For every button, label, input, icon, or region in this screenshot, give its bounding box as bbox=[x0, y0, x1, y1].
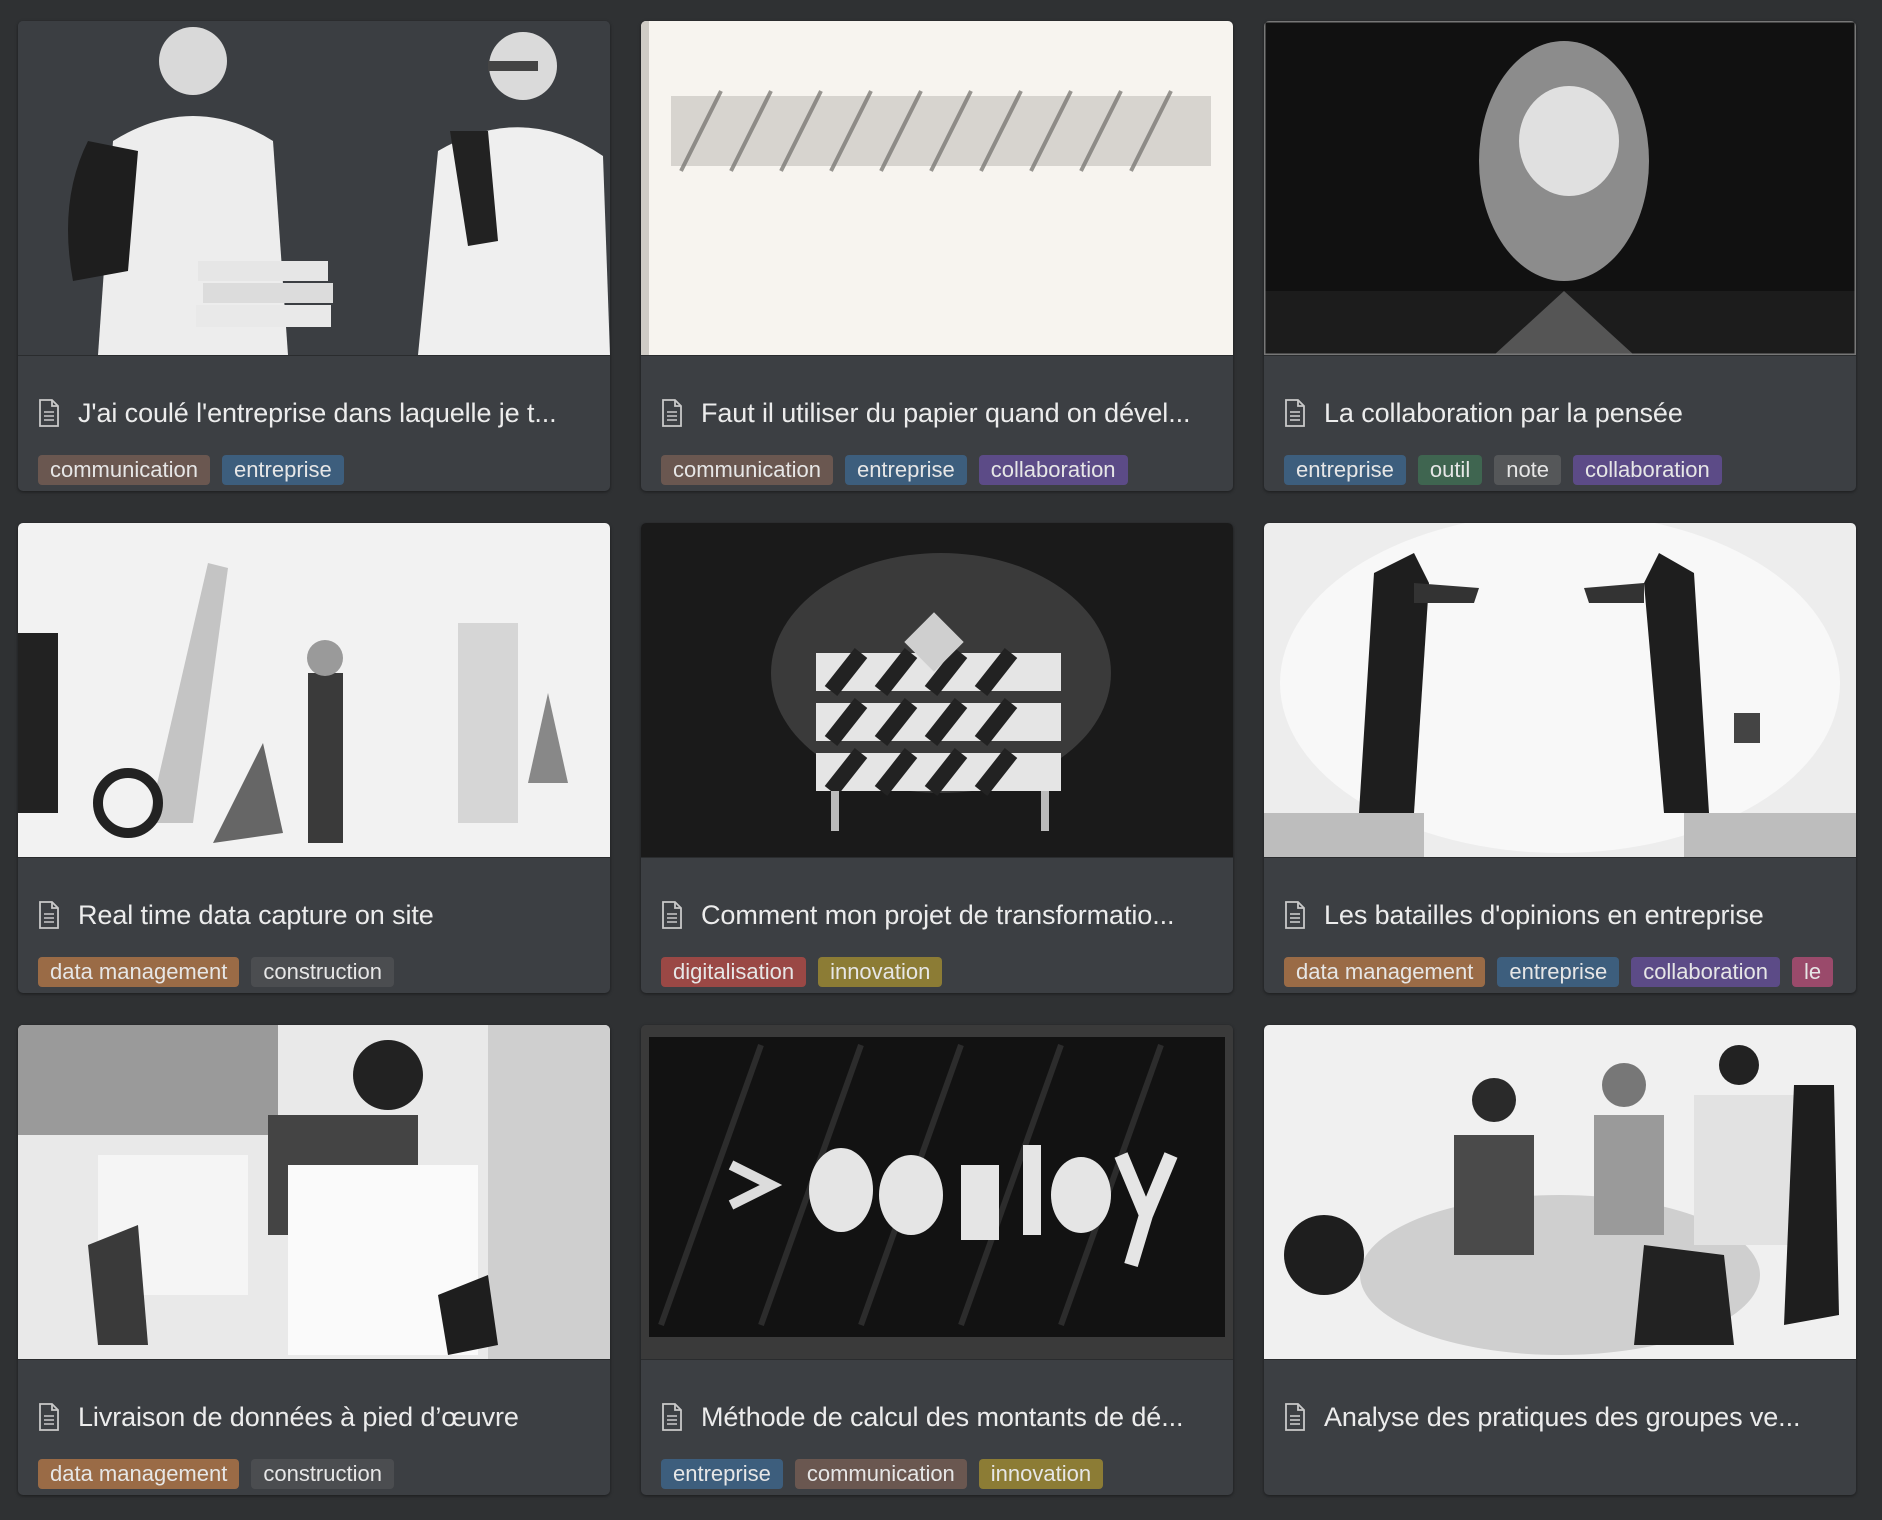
tag-entreprise[interactable]: entreprise bbox=[661, 1459, 783, 1489]
cover-image bbox=[18, 1025, 610, 1360]
card-tags: communication entreprise bbox=[38, 455, 610, 485]
card-title-row: Analyse des pratiques des groupes ve... bbox=[1284, 1397, 1844, 1437]
cover-image bbox=[1264, 1025, 1856, 1360]
tag-le[interactable]: le bbox=[1791, 957, 1834, 987]
tag-innovation[interactable]: innovation bbox=[818, 957, 943, 987]
tag-digitalisation[interactable]: digitalisation bbox=[661, 957, 807, 987]
card-tags: digitalisation innovation bbox=[661, 957, 1233, 987]
card-title: Analyse des pratiques des groupes ve... bbox=[1324, 1401, 1801, 1432]
card-tags: communication entreprise collaboration bbox=[661, 455, 1233, 485]
card-title-row: Les batailles d'opinions en entreprise bbox=[1284, 895, 1844, 935]
card-title: Faut il utiliser du papier quand on déve… bbox=[701, 397, 1191, 428]
cover-image bbox=[641, 1025, 1233, 1360]
tag-data-management[interactable]: data management bbox=[38, 1459, 240, 1489]
card-title-row: La collaboration par la pensée bbox=[1284, 393, 1844, 433]
gallery-card[interactable]: Les batailles d'opinions en entreprise d… bbox=[1264, 523, 1856, 993]
cover-image bbox=[1264, 523, 1856, 858]
card-title: Méthode de calcul des montants de dé... bbox=[701, 1401, 1184, 1432]
tag-outil[interactable]: outil bbox=[1417, 455, 1483, 485]
tag-communication[interactable]: communication bbox=[38, 455, 210, 485]
tag-entreprise[interactable]: entreprise bbox=[844, 455, 967, 485]
tag-entreprise[interactable]: entreprise bbox=[221, 455, 344, 485]
gallery-card[interactable]: Faut il utiliser du papier quand on déve… bbox=[641, 21, 1233, 491]
document-icon bbox=[1285, 399, 1305, 427]
document-icon bbox=[39, 399, 59, 427]
tag-innovation[interactable]: innovation bbox=[978, 1459, 1104, 1489]
gallery-card[interactable]: Real time data capture on site data mana… bbox=[18, 523, 610, 993]
card-title: Real time data capture on site bbox=[78, 899, 434, 930]
gallery-card[interactable]: J'ai coulé l'entreprise dans laquelle je… bbox=[18, 21, 610, 491]
card-tags: data management entreprise collaboration… bbox=[1284, 957, 1856, 987]
card-tags: entreprise outil note collaboration bbox=[1284, 455, 1856, 485]
gallery-card[interactable]: Méthode de calcul des montants de dé... … bbox=[641, 1025, 1233, 1495]
gallery-card[interactable]: Analyse des pratiques des groupes ve... bbox=[1264, 1025, 1856, 1495]
tag-collaboration[interactable]: collaboration bbox=[1573, 455, 1722, 485]
gallery-card[interactable]: Livraison de données à pied d’œuvre data… bbox=[18, 1025, 610, 1495]
card-title: Livraison de données à pied d’œuvre bbox=[78, 1401, 519, 1432]
card-title-row: Comment mon projet de transformatio... bbox=[661, 895, 1221, 935]
gallery-card[interactable]: Comment mon projet de transformatio... d… bbox=[641, 523, 1233, 993]
document-icon bbox=[1285, 1403, 1305, 1431]
card-tags: data management construction bbox=[38, 957, 610, 987]
tag-data-management[interactable]: data management bbox=[38, 957, 240, 987]
tag-collaboration[interactable]: collaboration bbox=[978, 455, 1128, 485]
document-icon bbox=[39, 901, 59, 929]
tag-collaboration[interactable]: collaboration bbox=[1631, 957, 1780, 987]
tag-note[interactable]: note bbox=[1494, 455, 1562, 485]
gallery-card[interactable]: La collaboration par la pensée entrepris… bbox=[1264, 21, 1856, 491]
card-tags: entreprise communication innovation bbox=[661, 1459, 1233, 1489]
cover-image bbox=[641, 21, 1233, 356]
document-icon bbox=[1285, 901, 1305, 929]
cover-image bbox=[18, 523, 610, 858]
tag-entreprise[interactable]: entreprise bbox=[1497, 957, 1620, 987]
document-icon bbox=[662, 1403, 682, 1431]
gallery-grid: J'ai coulé l'entreprise dans laquelle je… bbox=[18, 21, 1856, 1495]
cover-image bbox=[641, 523, 1233, 858]
card-title-row: Méthode de calcul des montants de dé... bbox=[661, 1397, 1221, 1437]
tag-communication[interactable]: communication bbox=[661, 455, 833, 485]
tag-data-management[interactable]: data management bbox=[1284, 957, 1486, 987]
tag-construction[interactable]: construction bbox=[251, 1459, 394, 1489]
card-title-row: Livraison de données à pied d’œuvre bbox=[38, 1397, 598, 1437]
card-title-row: J'ai coulé l'entreprise dans laquelle je… bbox=[38, 393, 598, 433]
document-icon bbox=[662, 399, 682, 427]
tag-entreprise[interactable]: entreprise bbox=[1284, 455, 1406, 485]
card-title: Comment mon projet de transformatio... bbox=[701, 899, 1175, 930]
card-tags: data management construction bbox=[38, 1459, 610, 1489]
card-title-row: Real time data capture on site bbox=[38, 895, 598, 935]
card-tags bbox=[1284, 1459, 1856, 1489]
tag-communication[interactable]: communication bbox=[794, 1459, 967, 1489]
card-title-row: Faut il utiliser du papier quand on déve… bbox=[661, 393, 1221, 433]
cover-image bbox=[18, 21, 610, 356]
card-title: J'ai coulé l'entreprise dans laquelle je… bbox=[78, 397, 557, 428]
document-icon bbox=[39, 1403, 59, 1431]
cover-image bbox=[1264, 21, 1856, 356]
document-icon bbox=[662, 901, 682, 929]
card-title: La collaboration par la pensée bbox=[1324, 397, 1683, 428]
card-title: Les batailles d'opinions en entreprise bbox=[1324, 899, 1764, 930]
tag-construction[interactable]: construction bbox=[251, 957, 394, 987]
